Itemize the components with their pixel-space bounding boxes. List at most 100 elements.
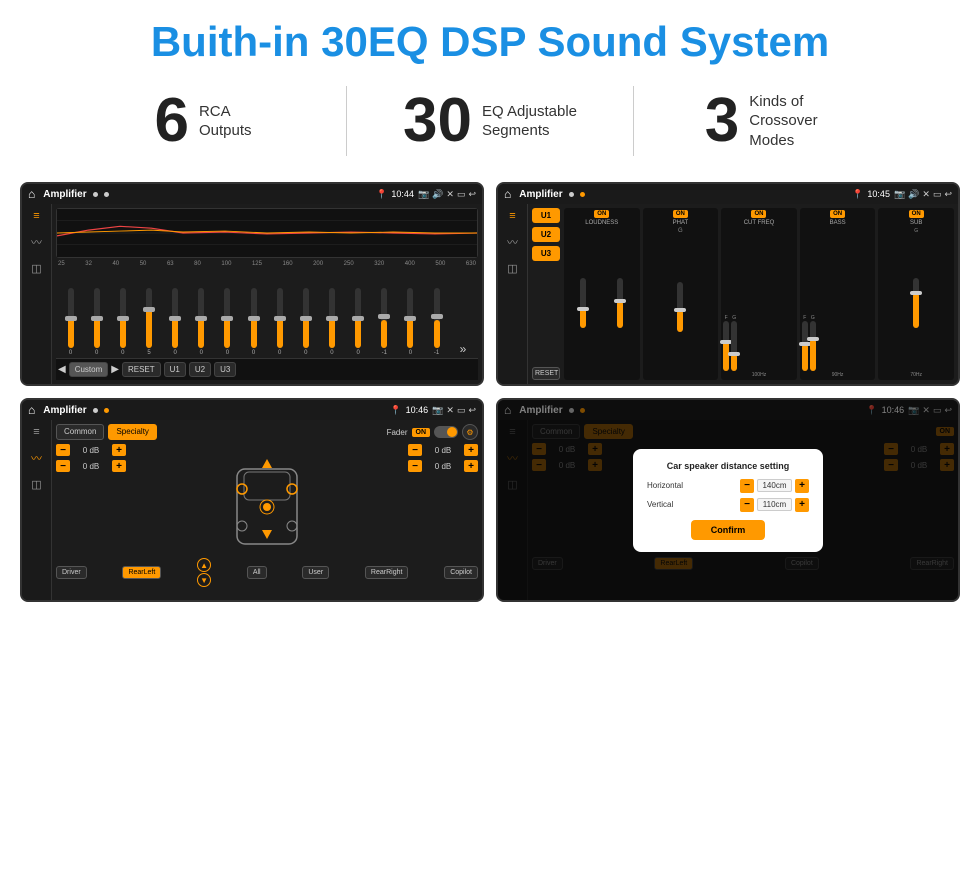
vertical-plus-btn[interactable]: + xyxy=(795,498,809,512)
fader-label-text: Fader xyxy=(387,428,408,437)
fader-slider-small[interactable] xyxy=(434,426,458,438)
sidebar-speaker-icon[interactable]: ◫ xyxy=(31,262,41,275)
dialog-horizontal-row: Horizontal − 140cm + xyxy=(647,479,809,493)
db-plus-rl[interactable]: + xyxy=(112,460,126,472)
back-icon[interactable]: ↩ xyxy=(468,189,476,200)
bass-slider-2[interactable] xyxy=(810,321,816,371)
fader-screen: ⌂ Amplifier 📍 10:46 📷 ✕ ▭ ↩ ≡ 〰 ◫ Commo xyxy=(20,398,484,602)
fader-tabs: Common Specialty Fader ON ⚙ xyxy=(56,424,478,440)
db-minus-fl[interactable]: − xyxy=(56,444,70,456)
db-minus-rl[interactable]: − xyxy=(56,460,70,472)
eq-status-bar: ⌂ Amplifier 📍 10:44 📷 🔊 ✕ ▭ ↩ xyxy=(22,184,482,204)
eq-slider-0: 0 xyxy=(68,288,74,356)
db-plus-rr[interactable]: + xyxy=(464,460,478,472)
fader-arrow-down[interactable]: ▼ xyxy=(197,573,211,587)
sidebar-wave-icon[interactable]: 〰 xyxy=(31,234,42,250)
crossover-u2-btn[interactable]: U2 xyxy=(532,227,560,242)
eq-slider-8: 0 xyxy=(277,288,283,356)
eq-preset-custom[interactable]: Custom xyxy=(69,362,109,377)
dialog-vertical-row: Vertical − 110cm + xyxy=(647,498,809,512)
horizontal-label: Horizontal xyxy=(647,481,683,490)
confirm-button[interactable]: Confirm xyxy=(691,520,766,540)
db-value-fr: 0 dB xyxy=(424,446,462,455)
sub-slider[interactable] xyxy=(913,278,919,328)
fader-btn-rearright[interactable]: RearRight xyxy=(365,566,409,579)
eq-main-content: 25 32 40 50 63 80 100 125 160 200 250 32… xyxy=(52,204,482,384)
location-icon-3: 📍 xyxy=(390,405,401,416)
eq-u1-btn[interactable]: U1 xyxy=(164,362,186,377)
fader-btn-all[interactable]: All xyxy=(247,566,267,579)
fader-btn-rearleft[interactable]: RearLeft xyxy=(122,566,161,579)
close-icon-3: ✕ xyxy=(446,405,454,416)
fader-settings-icon[interactable]: ⚙ xyxy=(462,424,478,440)
window-icon-2: ▭ xyxy=(933,189,942,200)
loudness-slider-1[interactable] xyxy=(580,278,586,328)
eq-sliders-row: 0 0 0 xyxy=(56,269,478,358)
home-icon[interactable]: ⌂ xyxy=(28,187,35,201)
sidebar-wave-icon-3[interactable]: 〰 xyxy=(31,450,42,466)
eq-reset-btn[interactable]: RESET xyxy=(122,362,161,377)
crossover-dot-2 xyxy=(580,192,585,197)
horizontal-plus-btn[interactable]: + xyxy=(795,479,809,493)
back-icon-2[interactable]: ↩ xyxy=(944,189,952,200)
cutfreq-slider-2[interactable] xyxy=(731,321,737,371)
home-icon-3[interactable]: ⌂ xyxy=(28,403,35,417)
back-icon-3[interactable]: ↩ xyxy=(468,405,476,416)
eq-u2-btn[interactable]: U2 xyxy=(189,362,211,377)
fader-body-content: − 0 dB + − 0 dB + xyxy=(56,444,478,554)
camera-icon: 📷 xyxy=(418,189,429,200)
fader-main: Common Specialty Fader ON ⚙ − xyxy=(52,420,482,600)
location-icon-2: 📍 xyxy=(852,189,863,200)
cutfreq-slider-1[interactable] xyxy=(723,321,729,371)
fader-btn-copilot[interactable]: Copilot xyxy=(444,566,478,579)
eq-slider-2: 0 xyxy=(120,288,126,356)
eq-next-arrow[interactable]: ▶ xyxy=(111,364,119,375)
crossover-loudness: ON LOUDNESS xyxy=(564,208,640,380)
stat-label-eq: EQ Adjustable Segments xyxy=(482,102,577,141)
crossover-bass: ON BASS F G xyxy=(800,208,876,380)
horizontal-input-group: − 140cm + xyxy=(740,479,809,493)
dialog-title: Car speaker distance setting xyxy=(647,461,809,471)
fader-btn-driver[interactable]: Driver xyxy=(56,566,87,579)
db-plus-fl[interactable]: + xyxy=(112,444,126,456)
eq-u3-btn[interactable]: U3 xyxy=(214,362,236,377)
crossover-reset-btn[interactable]: RESET xyxy=(532,367,560,380)
crossover-main: U1 U2 U3 RESET ON LOUDNESS xyxy=(528,204,958,384)
bass-slider-1[interactable] xyxy=(802,321,808,371)
horizontal-minus-btn[interactable]: − xyxy=(740,479,754,493)
fader-btn-user[interactable]: User xyxy=(302,566,329,579)
home-icon-2[interactable]: ⌂ xyxy=(504,187,511,201)
sidebar-speaker-icon-2[interactable]: ◫ xyxy=(507,262,517,275)
close-icon: ✕ xyxy=(446,189,454,200)
crossover-u1-btn[interactable]: U1 xyxy=(532,208,560,223)
db-control-fr: − 0 dB + xyxy=(408,444,478,456)
crossover-u3-btn[interactable]: U3 xyxy=(532,246,560,261)
eq-freq-labels: 25 32 40 50 63 80 100 125 160 200 250 32… xyxy=(56,261,478,267)
fader-tab-common[interactable]: Common xyxy=(56,424,104,440)
eq-more-arrow[interactable]: » xyxy=(460,342,467,356)
eq-slider-12: -1 xyxy=(381,288,387,356)
db-minus-fr[interactable]: − xyxy=(408,444,422,456)
crossover-body: ≡ 〰 ◫ U1 U2 U3 RESET ON LOUDNESS xyxy=(498,204,958,384)
phat-slider[interactable] xyxy=(677,282,683,332)
fader-time: 10:46 xyxy=(406,405,429,415)
vertical-minus-btn[interactable]: − xyxy=(740,498,754,512)
status-dot-2 xyxy=(104,192,109,197)
db-minus-rr[interactable]: − xyxy=(408,460,422,472)
window-icon-3: ▭ xyxy=(457,405,466,416)
db-plus-fr[interactable]: + xyxy=(464,444,478,456)
sidebar-eq-icon-3[interactable]: ≡ xyxy=(33,426,39,438)
sidebar-speaker-icon-3[interactable]: ◫ xyxy=(31,478,41,491)
sidebar-eq-icon[interactable]: ≡ xyxy=(33,210,39,222)
fader-arrow-up[interactable]: ▲ xyxy=(197,558,211,572)
horizontal-value: 140cm xyxy=(757,479,792,492)
loudness-label: LOUDNESS xyxy=(585,220,618,226)
sidebar-wave-icon-2[interactable]: 〰 xyxy=(507,234,518,250)
loudness-slider-2[interactable] xyxy=(617,278,623,328)
sidebar-eq-icon-2[interactable]: ≡ xyxy=(509,210,515,222)
fader-arrows-center: ▲ ▼ xyxy=(197,558,211,587)
fader-tab-specialty[interactable]: Specialty xyxy=(108,424,156,440)
eq-prev-arrow[interactable]: ◀ xyxy=(58,364,66,375)
fader-dot-1 xyxy=(93,408,98,413)
crossover-u-buttons: U1 U2 U3 RESET xyxy=(532,208,560,380)
